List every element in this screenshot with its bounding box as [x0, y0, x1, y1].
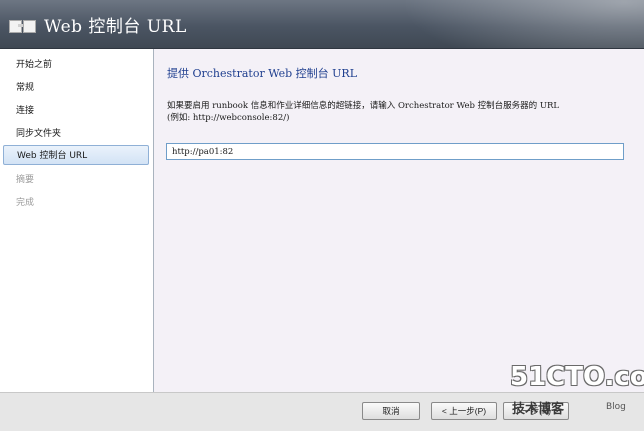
cancel-button[interactable]: 取消	[362, 402, 420, 420]
sidebar-item-general[interactable]: 常规	[3, 78, 149, 98]
instruction-text: 如果要启用 runbook 信息和作业详细信息的超链接，请输入 Orchestr…	[167, 100, 637, 124]
content-pane: 提供 Orchestrator Web 控制台 URL 如果要启用 runboo…	[154, 49, 644, 392]
wizard-step-sidebar: 开始之前 常规 连接 同步文件夹 Web 控制台 URL 摘要 完成	[0, 49, 154, 392]
wizard-footer: 取消 < 上一步(P) 下一步(N) >	[0, 392, 644, 431]
instruction-line-2: (例如: http://webconsole:82/)	[167, 113, 290, 123]
sidebar-item-connection[interactable]: 连接	[3, 101, 149, 121]
sidebar-item-sync-folder[interactable]: 同步文件夹	[3, 124, 149, 144]
window-title: Web 控制台 URL	[44, 17, 187, 37]
sidebar-item-complete: 完成	[16, 198, 35, 208]
page-heading: 提供 Orchestrator Web 控制台 URL	[167, 67, 358, 80]
server-pair-icon	[9, 16, 37, 34]
sidebar-item-before-you-begin[interactable]: 开始之前	[3, 55, 149, 75]
instruction-line-1: 如果要启用 runbook 信息和作业详细信息的超链接，请输入 Orchestr…	[167, 101, 560, 111]
web-console-url-input[interactable]	[166, 143, 624, 160]
sidebar-item-summary: 摘要	[16, 175, 35, 185]
next-button[interactable]: 下一步(N) >	[503, 402, 569, 420]
previous-button[interactable]: < 上一步(P)	[431, 402, 497, 420]
sidebar-item-web-console-url[interactable]: Web 控制台 URL	[3, 145, 149, 165]
title-bar: Web 控制台 URL	[0, 0, 644, 49]
